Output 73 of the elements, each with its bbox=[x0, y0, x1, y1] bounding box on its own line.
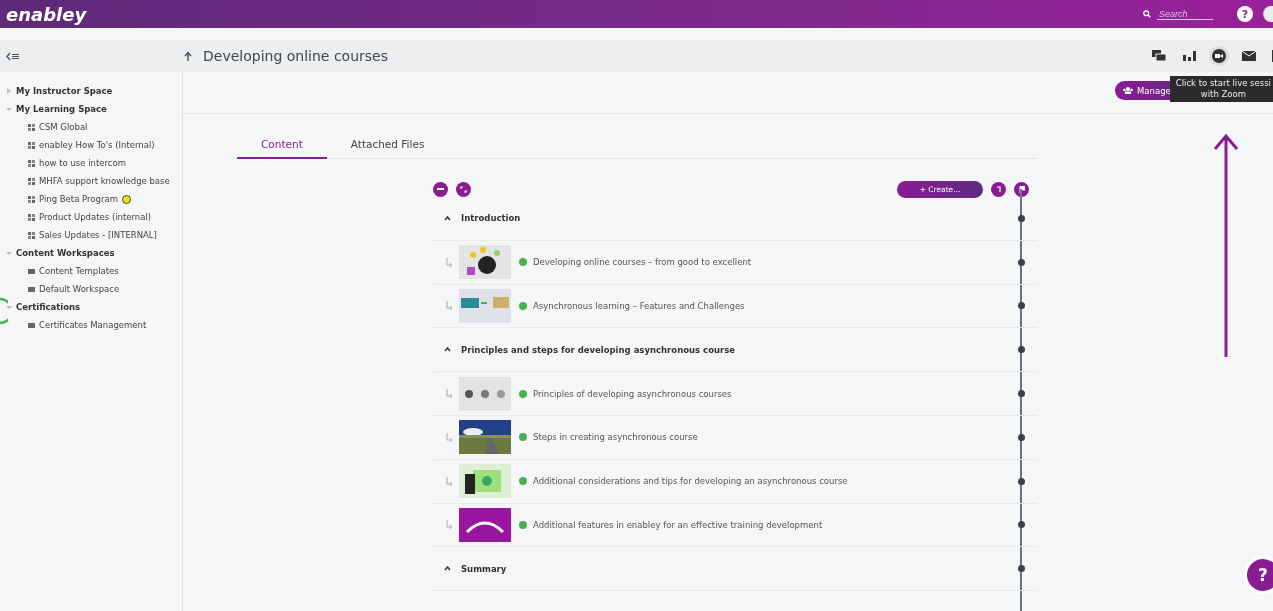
help-chat-button[interactable]: ? bbox=[1247, 559, 1273, 591]
timeline-node bbox=[1018, 346, 1025, 354]
child-arrow-icon bbox=[446, 301, 453, 311]
section-title[interactable]: Summary bbox=[461, 563, 507, 574]
tab[interactable]: Attached Files bbox=[326, 134, 449, 159]
lesson-title[interactable]: Developing online courses – from good to excellent bbox=[533, 257, 752, 268]
timeline-node bbox=[1018, 521, 1025, 529]
sidebar-group-label[interactable]: Content Workspaces bbox=[16, 248, 115, 258]
folder-icon bbox=[28, 268, 35, 274]
child-arrow-icon bbox=[446, 520, 453, 530]
sidebar-item[interactable]: Content Templates bbox=[39, 266, 119, 276]
chevron-up-icon[interactable] bbox=[444, 215, 451, 221]
chevron-up-icon[interactable] bbox=[444, 566, 451, 572]
collapse-menu-icon[interactable] bbox=[6, 51, 19, 61]
sidebar-item[interactable]: how to use intercom bbox=[39, 158, 126, 168]
grid-icon bbox=[28, 141, 35, 149]
reorder-button[interactable] bbox=[991, 181, 1006, 197]
lesson-title[interactable]: Steps in creating asynchronous course bbox=[533, 432, 698, 443]
grid-icon bbox=[28, 123, 35, 131]
grid-icon bbox=[28, 213, 35, 221]
tooltip: Click to start live sessi with Zoom bbox=[1169, 76, 1273, 102]
app-logo[interactable]: enabley bbox=[6, 3, 87, 25]
timeline-node bbox=[1018, 214, 1025, 222]
timeline-node bbox=[1018, 433, 1025, 441]
grid-icon bbox=[28, 159, 35, 167]
expand-button[interactable] bbox=[456, 181, 471, 197]
lesson-title[interactable]: Additional considerations and tips for developing an asynchronous course bbox=[533, 476, 848, 487]
child-arrow-icon bbox=[446, 476, 453, 486]
search-icon bbox=[1143, 10, 1151, 18]
sidebar-item[interactable]: Product Updates (internal) bbox=[39, 212, 152, 222]
folder-icon bbox=[28, 322, 35, 328]
section-title[interactable]: Introduction bbox=[461, 213, 521, 224]
child-arrow-icon bbox=[446, 389, 453, 399]
tab[interactable]: Content bbox=[237, 134, 327, 159]
video-camera-button[interactable] bbox=[1209, 46, 1229, 66]
child-arrow-icon bbox=[446, 432, 453, 442]
sidebar-group-label[interactable]: My Learning Space bbox=[16, 104, 107, 114]
grid-icon bbox=[28, 195, 35, 203]
chevron-up-icon[interactable] bbox=[444, 347, 451, 353]
lesson-title[interactable]: Principles of developing asynchronous courses bbox=[533, 388, 732, 399]
page-title: Developing online courses bbox=[203, 48, 388, 64]
sidebar-item[interactable]: Default Workspace bbox=[39, 284, 120, 294]
lesson-title[interactable]: Additional features in enabley for an effective training development bbox=[533, 519, 823, 530]
sidebar-item[interactable]: CSM Global bbox=[39, 122, 88, 132]
minus-icon bbox=[437, 188, 444, 190]
grid-icon bbox=[28, 177, 35, 185]
flag-button[interactable] bbox=[1014, 181, 1029, 197]
sidebar-item[interactable]: enabley How To's (Internal) bbox=[39, 140, 155, 150]
sidebar-group-label[interactable]: Certifications bbox=[16, 302, 81, 312]
timeline-node bbox=[1018, 390, 1025, 398]
up-arrow-icon[interactable] bbox=[183, 50, 193, 62]
timeline-node bbox=[1018, 477, 1025, 485]
help-button[interactable]: ? bbox=[1237, 6, 1253, 22]
sidebar-item[interactable]: Sales Updates - [INTERNAL] bbox=[39, 230, 157, 240]
click-highlight-drawing bbox=[0, 298, 8, 324]
people-icon bbox=[1123, 87, 1133, 94]
sidebar-item[interactable]: Certificates Management bbox=[39, 320, 147, 330]
folder-icon bbox=[28, 286, 35, 292]
sidebar-item[interactable]: MHFA support knowledge base bbox=[39, 176, 170, 186]
grid-icon bbox=[28, 231, 35, 239]
child-arrow-icon bbox=[446, 257, 453, 267]
section-title[interactable]: Principles and steps for developing asynchronous course bbox=[461, 344, 736, 355]
sidebar-item[interactable]: Ping Beta Program bbox=[39, 194, 118, 204]
avatar[interactable] bbox=[1263, 6, 1273, 22]
timeline-node bbox=[1018, 302, 1025, 310]
sidebar-group-label[interactable]: My Instructor Space bbox=[16, 86, 113, 96]
lesson-title[interactable]: Asynchronous learning – Features and Challenges bbox=[533, 301, 745, 311]
flag-icon bbox=[1018, 185, 1025, 193]
collapse-all-button[interactable] bbox=[433, 181, 448, 197]
expand-icon bbox=[460, 185, 467, 193]
search-field[interactable]: Search bbox=[1157, 8, 1213, 20]
timeline-node bbox=[1018, 258, 1025, 266]
timeline-node bbox=[1018, 565, 1025, 573]
